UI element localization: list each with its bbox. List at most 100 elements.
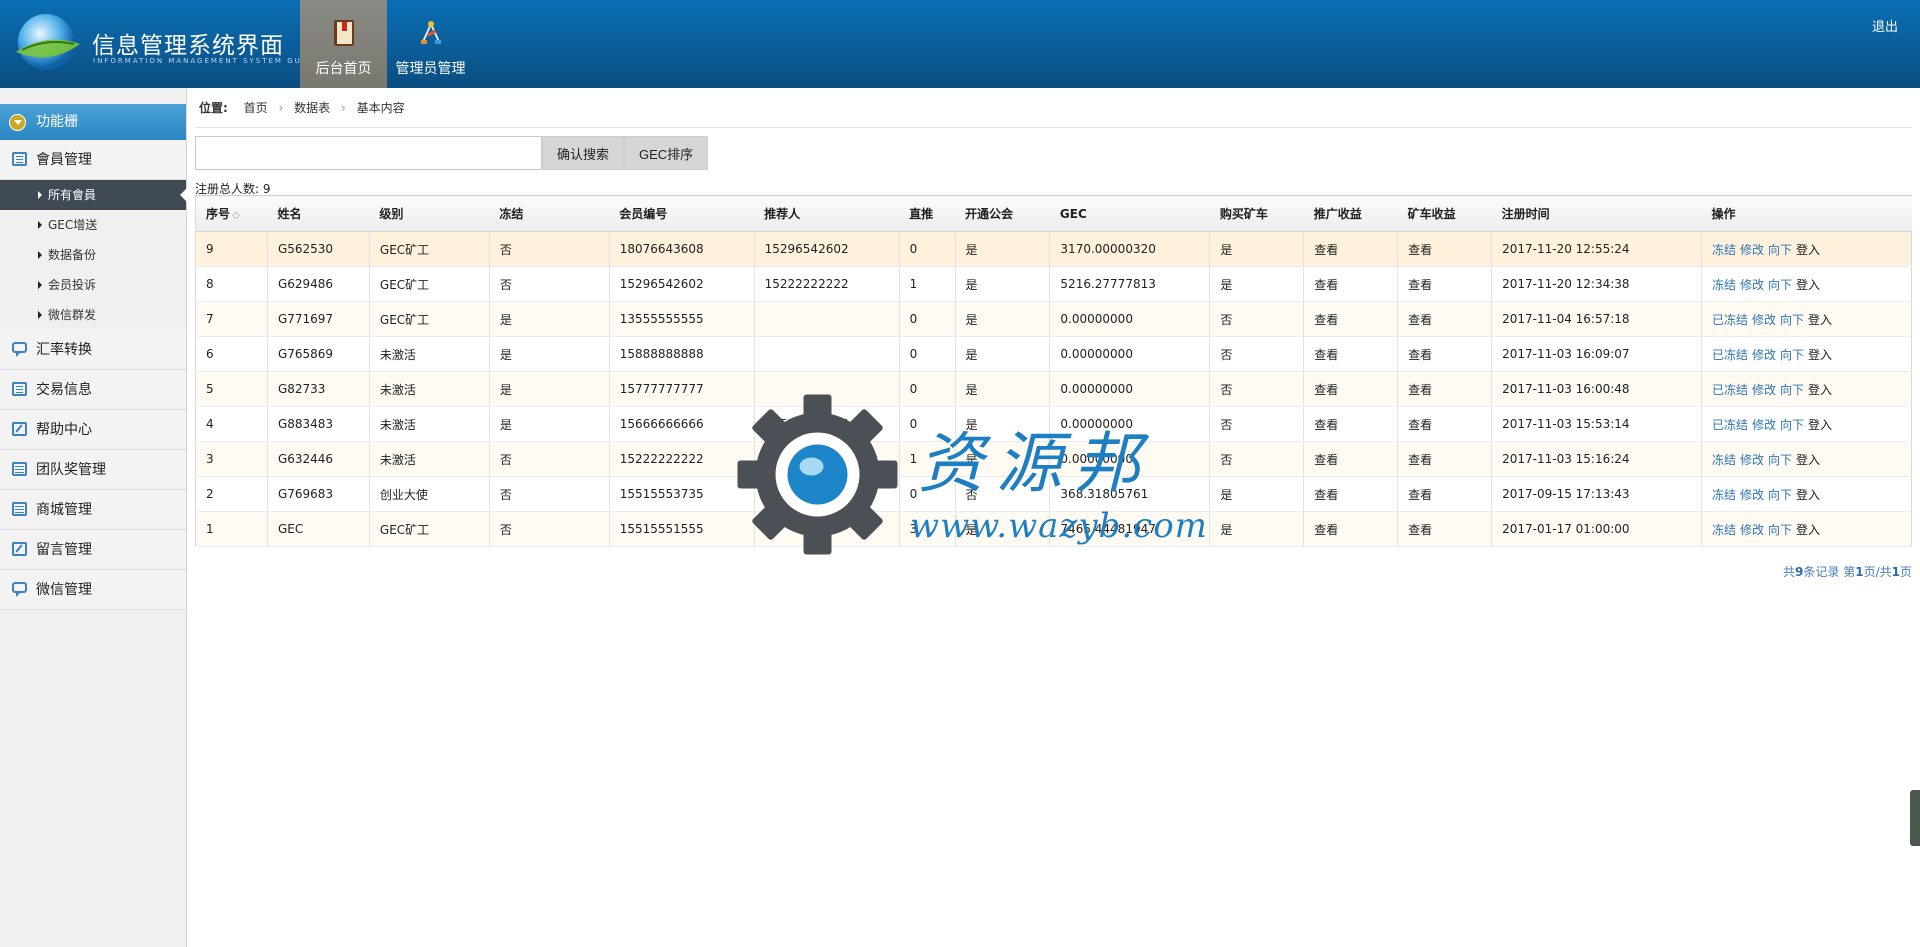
freeze-link[interactable]: 冻结 [1712,278,1736,292]
cell-cart-income[interactable]: 查看 [1397,231,1493,267]
side-scroll-handle[interactable] [1910,790,1920,846]
sidebar-item-complaints[interactable]: 会员投诉 [0,270,186,300]
freeze-link[interactable]: 冻结 [1712,453,1736,467]
cell-guild[interactable]: 是 [955,231,1051,267]
sidebar-item-gec-gift[interactable]: GEC增送 [0,210,186,240]
login-link[interactable]: 登入 [1808,348,1832,362]
downline-link[interactable]: 向下 [1780,383,1804,397]
freeze-link[interactable]: 已冻结 [1712,418,1748,432]
cell-promo-income[interactable]: 查看 [1303,301,1399,337]
cell-cart-income[interactable]: 查看 [1397,336,1493,372]
login-link[interactable]: 登入 [1796,243,1820,257]
sidebar-group-help[interactable]: 帮助中心 [0,410,186,450]
login-link[interactable]: 登入 [1796,523,1820,537]
pagination-info: 共9条记录 第1页/共1页 [1783,563,1912,580]
freeze-link[interactable]: 已冻结 [1712,313,1748,327]
edit-link[interactable]: 修改 [1740,488,1764,502]
edit-link[interactable]: 修改 [1740,523,1764,537]
cell-promo-income[interactable]: 查看 [1303,511,1399,547]
sidebar-group-team-award[interactable]: 团队奖管理 [0,450,186,490]
login-link[interactable]: 登入 [1796,488,1820,502]
cell-reg-time: 2017-11-20 12:55:24 [1491,231,1702,267]
cell-cart-income[interactable]: 查看 [1397,476,1493,512]
login-link[interactable]: 登入 [1808,313,1832,327]
edit-link[interactable]: 修改 [1752,348,1776,362]
cell-promo-income[interactable]: 查看 [1303,441,1399,477]
cell-promo-income[interactable]: 查看 [1303,406,1399,442]
edit-link[interactable]: 修改 [1740,243,1764,257]
cell-cart-income[interactable]: 查看 [1397,441,1493,477]
pager-page[interactable]: 1 [1855,565,1863,579]
sidebar-group-label: 留言管理 [36,542,92,558]
freeze-link[interactable]: 冻结 [1712,488,1736,502]
login-link[interactable]: 登入 [1796,453,1820,467]
cell-guild[interactable]: 是 [955,336,1051,372]
sidebar-group-wechat[interactable]: 微信管理 [0,570,186,610]
search-input[interactable] [195,136,542,170]
cell-cart-income[interactable]: 查看 [1397,301,1493,337]
nav-dashboard[interactable]: 后台首页 [300,0,387,88]
freeze-link[interactable]: 冻结 [1712,243,1736,257]
cell-promo-income[interactable]: 查看 [1303,476,1399,512]
sidebar-item-backup[interactable]: 数据备份 [0,240,186,270]
table-row[interactable]: 8 G629486 GEC矿工否 15296542602 15222222222 1 是 52… [195,266,1912,302]
sidebar-group-mall[interactable]: 商城管理 [0,490,186,530]
cell-guild[interactable]: 是 [955,301,1051,337]
breadcrumb-home[interactable]: 首页 [244,101,268,115]
cell-name: G562530 [267,231,370,267]
freeze-link[interactable]: 已冻结 [1712,348,1748,362]
gec-sort-button[interactable]: GEC排序 [624,136,709,170]
edit-link[interactable]: 修改 [1752,313,1776,327]
login-link[interactable]: 登入 [1808,418,1832,432]
downline-link[interactable]: 向下 [1768,278,1792,292]
cell-member-no: 15222222222 [609,441,755,477]
edit-link[interactable]: 修改 [1740,278,1764,292]
pager-pages: 1 [1891,565,1900,579]
col-header-id[interactable]: 序号 ◇ [195,195,268,232]
freeze-link[interactable]: 已冻结 [1712,383,1748,397]
downline-link[interactable]: 向下 [1768,523,1792,537]
top-nav: 后台首页 管理员管理 [300,0,474,88]
breadcrumb-tables[interactable]: 数据表 [294,101,330,115]
sort-icon[interactable]: ◇ [232,210,240,221]
cell-cart-income[interactable]: 查看 [1397,511,1493,547]
cell-cart-income[interactable]: 查看 [1397,266,1493,302]
cell-promo-income[interactable]: 查看 [1303,266,1399,302]
cell-name: G765869 [267,336,370,372]
downline-link[interactable]: 向下 [1780,348,1804,362]
sidebar-group-trade[interactable]: 交易信息 [0,370,186,410]
downline-link[interactable]: 向下 [1768,453,1792,467]
login-link[interactable]: 登入 [1808,383,1832,397]
downline-link[interactable]: 向下 [1780,418,1804,432]
logout-link[interactable]: 退出 [1872,16,1898,35]
downline-link[interactable]: 向下 [1768,243,1792,257]
table-row[interactable]: 7 G771697 GEC矿工是 13555555555 0 是 0.00000000 否查看… [195,301,1912,337]
table-row[interactable]: 5 G82733 未激活是 15777777777 0 是 0.00000000 否查看 查看 2… [195,371,1912,407]
downline-link[interactable]: 向下 [1780,313,1804,327]
edit-link[interactable]: 修改 [1740,453,1764,467]
sidebar-item-wechat-mass[interactable]: 微信群发 [0,300,186,330]
sidebar-group-messages[interactable]: 留言管理 [0,530,186,570]
sidebar-group-members[interactable]: 會員管理 [0,140,186,180]
cell-promo-income[interactable]: 查看 [1303,231,1399,267]
table-row[interactable]: 9 G562530 GEC矿工否 18076643608 15296542602 0 是 31… [195,231,1912,267]
cell-level: 创业大使 [369,476,490,512]
cell-promo-income[interactable]: 查看 [1303,336,1399,372]
cell-guild[interactable]: 是 [955,371,1051,407]
downline-link[interactable]: 向下 [1768,488,1792,502]
cell-cart-income[interactable]: 查看 [1397,406,1493,442]
freeze-link[interactable]: 冻结 [1712,523,1736,537]
cell-guild[interactable]: 是 [955,266,1051,302]
edit-link[interactable]: 修改 [1752,383,1776,397]
cell-cart-income[interactable]: 查看 [1397,371,1493,407]
edit-link[interactable]: 修改 [1752,418,1776,432]
nav-admin[interactable]: 管理员管理 [387,0,474,88]
login-link[interactable]: 登入 [1796,278,1820,292]
sidebar-group-exchange[interactable]: 汇率转换 [0,330,186,370]
sidebar-item-all-members[interactable]: 所有會員 [0,180,187,210]
confirm-search-button[interactable]: 确认搜索 [542,136,625,170]
cell-actions: 冻结 修改 向下 登入 [1701,266,1912,302]
sidebar-header[interactable]: 功能栅 [0,104,186,140]
table-row[interactable]: 6 G765869 未激活是 15888888888 0 是 0.00000000 否查看 查看… [195,336,1912,372]
cell-promo-income[interactable]: 查看 [1303,371,1399,407]
